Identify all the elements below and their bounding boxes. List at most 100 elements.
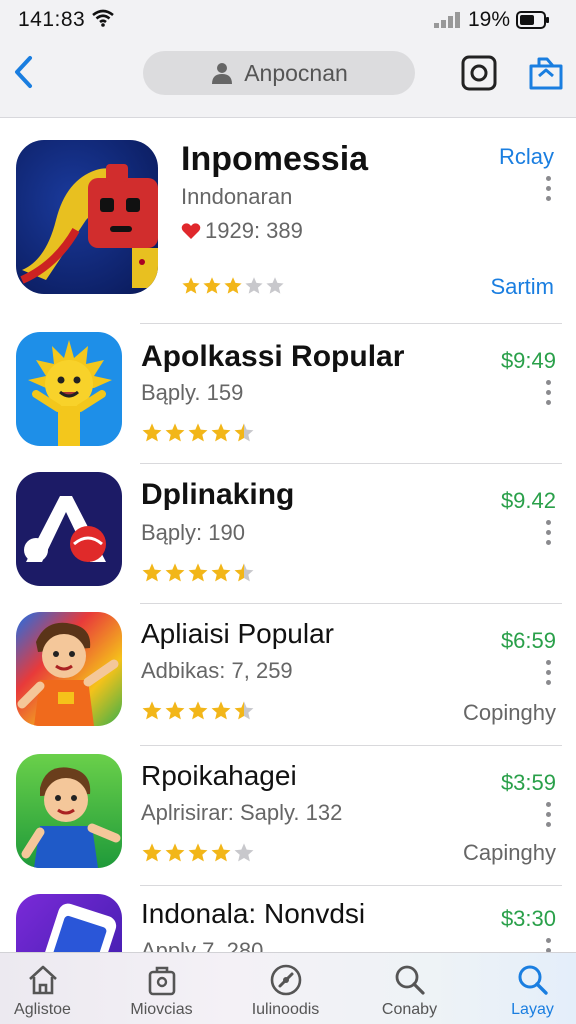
featured-app-name: Inpomessia — [181, 140, 369, 178]
app-rating-stars — [141, 562, 255, 584]
star-icon — [211, 701, 231, 720]
app-name: Apliaisi Popular — [141, 618, 334, 649]
bag-icon — [148, 966, 175, 996]
more-icon[interactable] — [546, 660, 552, 686]
featured-app-row[interactable]: Inpomessia Inndonaran 1929: 389 Rclay Sa… — [0, 118, 576, 324]
app-price-button[interactable]: $3:30 — [501, 906, 556, 932]
app-price-button[interactable]: $3:59 — [501, 770, 556, 796]
app-name: Dplinaking — [141, 478, 295, 511]
camera-icon[interactable] — [460, 54, 498, 92]
star-icon — [234, 843, 254, 862]
app-price-button[interactable]: $6:59 — [501, 628, 556, 654]
star-icon — [165, 701, 185, 720]
app-row[interactable]: Rpoikahagei Aplrisirar: Saply. 132 $3:59… — [0, 746, 576, 886]
header: Anpocnan — [0, 38, 576, 118]
featured-likes-count: 1929: 389 — [205, 218, 303, 243]
more-icon[interactable] — [546, 380, 552, 406]
star-icon — [211, 423, 231, 442]
featured-app-icon — [16, 140, 158, 294]
tab-search-active[interactable]: Layay — [475, 953, 576, 1024]
home-icon — [28, 965, 57, 995]
star-icon — [182, 277, 200, 294]
star-icon — [234, 563, 254, 582]
app-rating-stars — [141, 422, 255, 444]
star-icon — [188, 843, 208, 862]
app-row[interactable]: Apliaisi Popular Adbikas: 7, 259 $6:59 C… — [0, 604, 576, 746]
star-icon — [188, 701, 208, 720]
app-row[interactable]: Apolkassi Ropular Bąply. 159 $9:49 — [0, 324, 576, 464]
tab-bar: Aglistoe Miovcias Iulinoodis Conaby Laya… — [0, 952, 576, 1024]
tab-bag[interactable]: Miovcias — [104, 953, 219, 1024]
search-field[interactable]: Anpocnan — [143, 51, 415, 95]
tab-label: Iulinoodis — [251, 1001, 320, 1018]
app-name: Rpoikahagei — [141, 760, 297, 791]
app-list: Inpomessia Inndonaran 1929: 389 Rclay Sa… — [0, 118, 576, 952]
tab-label: Layay — [511, 1001, 554, 1018]
app-subtitle: Adbikas: 7, 259 — [141, 658, 293, 683]
star-icon — [165, 563, 185, 582]
app-price-button[interactable]: $9:49 — [501, 348, 556, 374]
featured-start-button[interactable]: Sartim — [490, 274, 554, 300]
star-icon — [142, 843, 162, 862]
search-icon — [395, 965, 425, 995]
more-icon[interactable] — [546, 938, 552, 952]
signal-icon — [433, 12, 460, 28]
back-chevron-icon[interactable] — [10, 52, 40, 92]
more-icon[interactable] — [546, 520, 552, 546]
app-extra-label: Capinghy — [463, 840, 556, 865]
star-icon — [142, 563, 162, 582]
star-icon — [224, 277, 242, 294]
app-extra-label: Copinghy — [463, 700, 556, 725]
wifi-icon — [92, 9, 114, 27]
app-icon — [16, 472, 122, 586]
tab-home[interactable]: Aglistoe — [0, 953, 100, 1024]
featured-play-button[interactable]: Rclay — [499, 144, 554, 170]
star-icon — [203, 277, 221, 294]
app-subtitle: Bąply: 190 — [141, 520, 245, 545]
compass-icon — [270, 964, 301, 996]
app-icon — [16, 894, 122, 952]
app-name: Indonala: Nonvdsi — [141, 898, 366, 929]
star-icon — [266, 277, 284, 294]
star-icon — [211, 563, 231, 582]
featured-rating-stars — [181, 276, 285, 296]
star-icon — [234, 701, 254, 720]
app-rating-stars — [141, 842, 255, 864]
app-row[interactable]: Indonala: Nonvdsi Apply 7. 280 $3:30 — [0, 886, 576, 952]
tab-search[interactable]: Conaby — [352, 953, 467, 1024]
star-icon — [165, 423, 185, 442]
person-icon — [212, 63, 233, 84]
featured-likes: 1929: 389 — [181, 218, 303, 244]
app-name: Apolkassi Ropular — [141, 340, 405, 373]
more-icon[interactable] — [546, 802, 552, 828]
heart-icon — [181, 223, 201, 239]
battery-percent: 19% — [467, 8, 510, 31]
search-active-icon — [518, 965, 548, 995]
tab-compass[interactable]: Iulinoodis — [228, 953, 343, 1024]
status-bar: 141:83 19% — [0, 0, 576, 38]
app-row[interactable]: Dplinaking Bąply: 190 $9.42 — [0, 464, 576, 604]
app-rating-stars — [141, 700, 255, 722]
share-bag-icon[interactable] — [527, 54, 565, 92]
tab-label: Aglistoe — [14, 1001, 71, 1018]
star-icon — [165, 843, 185, 862]
app-subtitle: Bąply. 159 — [141, 380, 244, 405]
app-price-button[interactable]: $9.42 — [501, 488, 556, 514]
app-icon — [16, 332, 122, 446]
star-icon — [188, 563, 208, 582]
star-icon — [142, 423, 162, 442]
search-text: Anpocnan — [244, 59, 348, 86]
star-icon — [142, 701, 162, 720]
battery-icon — [516, 11, 549, 29]
star-icon — [211, 843, 231, 862]
tab-label: Conaby — [381, 1001, 438, 1018]
featured-app-subtitle: Inndonaran — [181, 184, 293, 209]
star-icon — [188, 423, 208, 442]
featured-more-icon[interactable] — [546, 176, 552, 202]
status-time: 141:83 — [18, 8, 86, 31]
star-icon — [234, 423, 254, 442]
tab-label: Miovcias — [130, 1001, 193, 1018]
app-subtitle: Aplrisirar: Saply. 132 — [141, 800, 343, 825]
app-icon — [16, 754, 122, 868]
star-icon — [245, 277, 263, 294]
